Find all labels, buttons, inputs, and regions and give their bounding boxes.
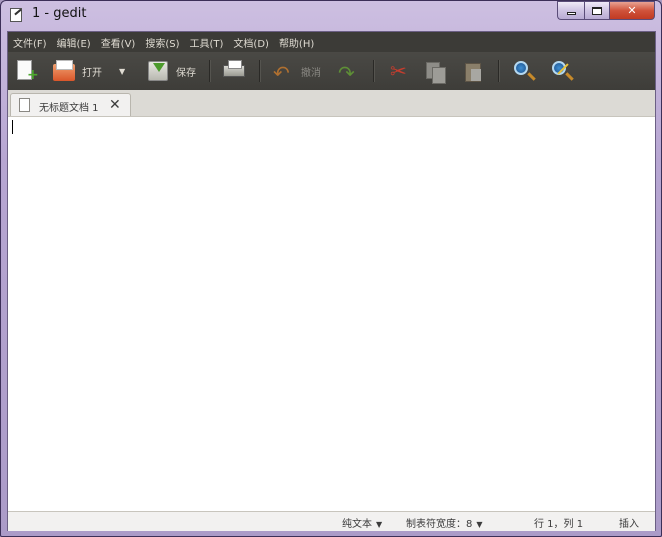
minimize-button[interactable] (557, 1, 584, 20)
tab-label: 无标题文档 1 (39, 103, 99, 114)
copy-icon (423, 59, 447, 84)
open-recent-dropdown[interactable]: ▼ (119, 57, 125, 85)
text-editor-area[interactable] (8, 116, 655, 512)
toolbar-separator (373, 60, 375, 82)
menu-bar: 文件(F) 编辑(E) 查看(V) 搜索(S) 工具(T) 文档(D) 帮助(H… (8, 32, 655, 52)
find-button[interactable] (511, 57, 535, 85)
maximize-icon (592, 6, 602, 15)
gedit-app-icon (10, 8, 22, 22)
cursor-position: 行 1，列 1 (534, 519, 584, 530)
paste-button[interactable] (461, 57, 485, 85)
chevron-down-icon: ▼ (119, 66, 126, 76)
chevron-down-icon: ▼ (376, 520, 383, 529)
save-button[interactable]: 保存 (146, 57, 196, 85)
close-button[interactable]: ✕ (609, 1, 655, 20)
close-icon: ✕ (627, 4, 637, 17)
tab-width-selector[interactable]: 制表符宽度：8 ▼ (406, 515, 483, 530)
save-icon (148, 61, 168, 81)
undo-icon: ↶ (273, 61, 290, 85)
insert-mode: 插入 (619, 519, 639, 530)
cut-button[interactable]: ✂ (386, 57, 410, 85)
menu-documents[interactable]: 文档(D) (228, 35, 274, 50)
client-area: 文件(F) 编辑(E) 查看(V) 搜索(S) 工具(T) 文档(D) 帮助(H… (7, 31, 656, 531)
undo-button[interactable]: ↶ 撤消 (271, 57, 321, 85)
save-label: 保存 (176, 67, 196, 79)
menu-edit[interactable]: 编辑(E) (52, 35, 96, 50)
menu-help[interactable]: 帮助(H) (274, 35, 319, 50)
status-bar: 纯文本 ▼ 制表符宽度：8 ▼ 行 1，列 1 插入 (8, 511, 655, 531)
document-icon (19, 98, 30, 112)
chevron-down-icon: ▼ (476, 520, 483, 529)
menu-search[interactable]: 搜索(S) (140, 35, 184, 50)
maximize-button[interactable] (584, 1, 609, 20)
window-title: 1 - gedit (32, 6, 87, 21)
new-document-icon (17, 60, 39, 80)
print-button[interactable] (222, 57, 246, 85)
open-folder-icon (53, 60, 75, 81)
paste-icon (465, 63, 481, 82)
copy-button[interactable] (423, 57, 447, 85)
menu-view[interactable]: 查看(V) (96, 35, 141, 50)
tab-width-label: 制表符宽度：8 (406, 519, 473, 530)
close-tab-icon[interactable]: ✕ (109, 97, 121, 113)
tab-untitled-document-1[interactable]: 无标题文档 1 ✕ (10, 93, 131, 117)
find-replace-button[interactable] (549, 57, 573, 85)
window-controls: ✕ (557, 1, 655, 21)
find-replace-icon (552, 61, 566, 75)
printer-icon (223, 60, 245, 77)
toolbar-separator (498, 60, 500, 82)
search-icon (514, 61, 528, 75)
toolbar-separator (259, 60, 261, 82)
menu-file[interactable]: 文件(F) (8, 35, 52, 50)
undo-label: 撤消 (301, 67, 321, 79)
toolbar: 打开 ▼ 保存 ↶ 撤消 ↷ ✂ (8, 52, 655, 90)
scissors-icon: ✂ (390, 59, 407, 83)
open-label: 打开 (82, 67, 102, 79)
menu-tools[interactable]: 工具(T) (185, 35, 229, 50)
new-document-button[interactable] (14, 57, 39, 85)
minimize-icon (566, 12, 576, 15)
document-tab-bar: 无标题文档 1 ✕ (8, 90, 655, 117)
open-button[interactable]: 打开 (52, 57, 102, 85)
title-bar[interactable]: 1 - gedit ✕ (1, 1, 661, 31)
toolbar-separator (209, 60, 211, 82)
gedit-window: 1 - gedit ✕ 文件(F) 编辑(E) 查看(V) 搜索(S) 工具(T… (0, 0, 662, 537)
redo-button[interactable]: ↷ (336, 57, 360, 85)
language-selector[interactable]: 纯文本 ▼ (342, 515, 382, 530)
text-cursor (12, 120, 13, 134)
language-label: 纯文本 (342, 519, 372, 530)
redo-icon: ↷ (338, 61, 355, 85)
